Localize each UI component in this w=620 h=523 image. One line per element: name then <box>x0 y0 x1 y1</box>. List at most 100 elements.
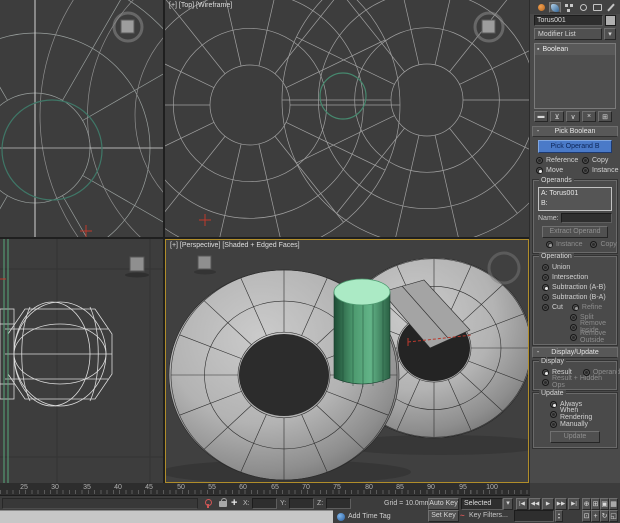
viewport-perspective-active[interactable]: [+] [Perspective] [Shaded + Edged Faces] <box>165 239 529 483</box>
zoom-button[interactable]: ⊕ <box>582 498 591 510</box>
utilities-tab[interactable] <box>605 2 617 13</box>
tick-label: 90 <box>421 484 441 491</box>
y-coordinate-field[interactable] <box>289 498 314 509</box>
tick-label: 70 <box>296 484 316 491</box>
command-panel: Torus001 Modifier List ▾ ▪ Boolean ▬ ⊻ ∨… <box>529 0 620 483</box>
modifier-list-dropdown[interactable]: Modifier List <box>534 28 602 40</box>
track-bar[interactable] <box>2 498 198 509</box>
z-coordinate-field[interactable] <box>326 498 351 509</box>
radio-manually[interactable]: Manually <box>550 420 588 429</box>
current-frame-field[interactable] <box>514 510 554 522</box>
add-time-tag[interactable]: Add Time Tag <box>333 510 430 523</box>
radio-extract-instance[interactable]: Instance <box>546 240 582 249</box>
play-button[interactable]: ▶ <box>542 498 554 510</box>
radio-subtraction-a-b[interactable]: Subtraction (A-B) <box>542 283 606 292</box>
operand-b[interactable]: B: <box>541 199 609 209</box>
operands-group: Operands A: Torus001 B: Name: Extract Op… <box>533 180 617 253</box>
go-to-end-button[interactable]: ▶| <box>568 498 580 510</box>
radio-union[interactable]: Union <box>542 263 570 272</box>
radio-cut-remove-outside[interactable]: Remove Outside <box>570 333 612 342</box>
viewport-label[interactable]: [+] [Top] [Wireframe] <box>169 2 232 9</box>
x-coordinate-field[interactable] <box>252 498 277 509</box>
pan-button[interactable]: + <box>591 510 600 522</box>
configure-modifier-sets-button[interactable]: ⊞ <box>598 111 612 122</box>
extract-operand-button[interactable]: Extract Operand <box>542 226 608 238</box>
time-tag-icon <box>337 513 345 521</box>
set-key-button[interactable]: Set Key <box>428 510 459 522</box>
radio-reference[interactable]: Reference <box>536 156 582 165</box>
absolute-mode-icon[interactable]: + <box>231 497 237 509</box>
pin-stack-button[interactable]: ▬ <box>534 111 548 122</box>
selected-cylinder-wire <box>320 73 366 119</box>
status-row: + X: Y: Z: Grid = 10.0mm Auto Key Select… <box>0 497 620 510</box>
radio-intersection[interactable]: Intersection <box>542 273 588 282</box>
z-label: Z: <box>317 500 323 507</box>
radio-cut[interactable]: Cut <box>542 303 563 312</box>
remove-modifier-button[interactable]: × <box>582 111 596 122</box>
viewport-side[interactable] <box>0 239 163 483</box>
boolean-modifier-icon: ▪ <box>537 46 539 53</box>
pick-boolean-rollout-header[interactable]: - Pick Boolean <box>532 126 618 137</box>
radio-cut-refine[interactable]: Refine <box>572 303 602 312</box>
display-update-rollout-header[interactable]: - Display/Update <box>532 347 618 358</box>
top-canvas <box>165 0 529 237</box>
zoom-all-button[interactable]: ⊞ <box>591 498 600 510</box>
hierarchy-tab[interactable] <box>563 2 575 13</box>
auto-key-button[interactable]: Auto Key <box>428 498 459 510</box>
key-filters-button[interactable]: Key Filters... <box>469 512 508 519</box>
radio-result-hidden-ops[interactable]: Result + Hidden Ops <box>542 378 612 387</box>
modify-icon <box>551 4 559 12</box>
operand-name-field[interactable] <box>561 213 612 223</box>
operands-list[interactable]: A: Torus001 B: <box>538 187 612 211</box>
viewport-label[interactable]: [+] [Perspective] [Shaded + Edged Faces] <box>170 242 300 249</box>
pick-operand-b-button[interactable]: Pick Operand B <box>538 140 612 153</box>
make-unique-button[interactable]: ∨ <box>566 111 580 122</box>
motion-icon <box>580 4 587 11</box>
update-button[interactable]: Update <box>550 431 600 443</box>
zoom-extents-all-button[interactable]: ▦ <box>609 498 618 510</box>
modify-tab[interactable] <box>549 2 561 13</box>
object-color-swatch[interactable] <box>605 15 616 26</box>
viewport-top-left[interactable] <box>0 0 163 237</box>
display-icon <box>593 4 602 11</box>
maximize-viewport-button[interactable]: ◱ <box>609 510 618 522</box>
operand-a[interactable]: A: Torus001 <box>541 189 609 199</box>
go-to-start-button[interactable]: |◀ <box>516 498 528 510</box>
create-tab[interactable] <box>535 2 547 13</box>
orbit-button[interactable]: ↻ <box>600 510 609 522</box>
viewport-top[interactable]: [+] [Top] [Wireframe] <box>165 0 529 237</box>
zoom-region-button[interactable]: ⊡ <box>582 510 591 522</box>
tick-label: 45 <box>139 484 159 491</box>
modifier-list-arrow[interactable]: ▾ <box>604 28 616 40</box>
object-name-field[interactable]: Torus001 <box>534 15 603 26</box>
radio-extract-copy[interactable]: Copy <box>590 240 616 249</box>
tick-label: 30 <box>45 484 65 491</box>
tick-label: 40 <box>108 484 128 491</box>
radio-instance[interactable]: Instance <box>582 166 618 175</box>
viewcube-icon[interactable] <box>125 257 149 278</box>
selection-filter-dropdown[interactable]: Selected <box>461 498 503 510</box>
set-keys-icon[interactable] <box>205 499 211 508</box>
viewport-area: [+] [Top] [Wireframe] <box>0 0 529 483</box>
selection-filter-arrow[interactable]: ▾ <box>503 498 513 510</box>
radio-when-rendering[interactable]: When Rendering <box>550 410 612 419</box>
previous-frame-button[interactable]: ◀◀ <box>529 498 541 510</box>
viewcube-icon[interactable] <box>475 13 503 41</box>
viewcube-icon[interactable] <box>114 13 142 41</box>
display-tab[interactable] <box>591 2 603 13</box>
motion-tab[interactable] <box>577 2 589 13</box>
frame-spinner[interactable]: ▴ ▾ <box>555 510 563 522</box>
tick-label: 80 <box>359 484 379 491</box>
show-end-result-button[interactable]: ⊻ <box>550 111 564 122</box>
selected-cylinder[interactable] <box>334 279 390 387</box>
zoom-extents-button[interactable]: ▣ <box>600 498 609 510</box>
selection-lock-icon[interactable] <box>219 501 227 507</box>
radio-move[interactable]: Move <box>536 166 582 175</box>
radio-subtraction-b-a[interactable]: Subtraction (B-A) <box>542 293 606 302</box>
next-frame-button[interactable]: ▶▶ <box>555 498 567 510</box>
modifier-stack[interactable]: ▪ Boolean <box>534 43 616 109</box>
stack-item-boolean[interactable]: ▪ Boolean <box>535 44 615 55</box>
radio-copy[interactable]: Copy <box>582 156 618 165</box>
maxscript-mini-listener[interactable] <box>0 510 333 523</box>
timeline-ruler[interactable]: 25 30 35 40 45 50 55 60 65 70 75 80 85 9… <box>0 483 530 496</box>
